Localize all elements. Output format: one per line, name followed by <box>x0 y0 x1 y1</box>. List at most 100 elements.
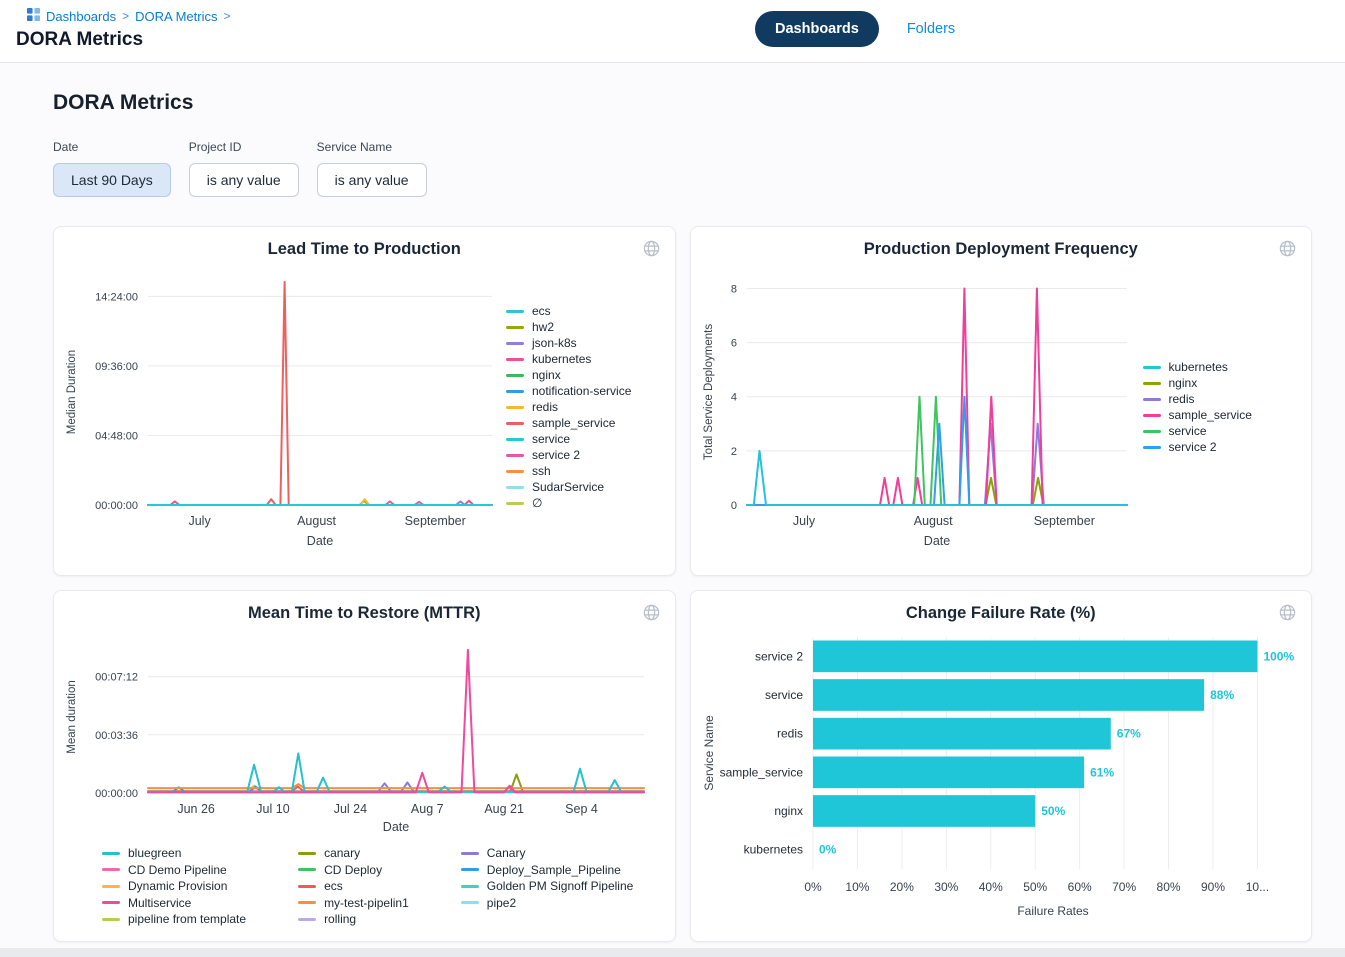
legend-dash <box>102 852 120 855</box>
svg-text:service 2: service 2 <box>754 649 802 663</box>
legend-item-SudarService[interactable]: SudarService <box>506 480 631 494</box>
legend-item-CD Deploy[interactable]: CD Deploy <box>298 863 409 877</box>
tab-dashboards[interactable]: Dashboards <box>755 11 879 47</box>
legend-item-service 2[interactable]: service 2 <box>1143 440 1252 454</box>
svg-text:kubernetes: kubernetes <box>743 843 802 857</box>
legend-item-Multiservice[interactable]: Multiservice <box>102 896 246 910</box>
legend-label: service <box>1169 424 1207 438</box>
legend-label: notification-service <box>532 384 631 398</box>
page-title: DORA Metrics <box>53 92 1345 114</box>
svg-text:July: July <box>188 514 211 528</box>
deployment-frequency-chart: 02468JulyAugustSeptemberDateTotal Servic… <box>699 263 1139 551</box>
legend-label: redis <box>1169 392 1195 406</box>
legend-dash <box>1143 382 1161 385</box>
deployment-frequency-legend: kubernetes nginx redis sample_serviceservic… <box>1143 360 1252 454</box>
project-id-filter-button[interactable]: is any value <box>189 163 299 197</box>
legend-dash <box>506 470 524 473</box>
service-name-filter-button[interactable]: is any value <box>317 163 427 197</box>
page-body: DORA Metrics Date Last 90 Days Project I… <box>0 63 1345 942</box>
svg-text:30%: 30% <box>934 880 958 894</box>
legend-item-kubernetes[interactable]: kubernetes <box>506 352 631 366</box>
legend-item-sample_service[interactable]: sample_service <box>1143 408 1252 422</box>
legend-item-my-test-pipelin1[interactable]: my-test-pipelin1 <box>298 896 409 910</box>
legend-label: ∅ <box>532 496 542 510</box>
globe-icon[interactable] <box>640 237 663 260</box>
legend-dash <box>461 901 479 904</box>
svg-text:Mean duration: Mean duration <box>66 680 78 754</box>
legend-column: bluegreen CD Demo Pipeline Dynamic Provisi… <box>102 846 246 926</box>
legend-item-sample_service[interactable]: sample_service <box>506 416 631 430</box>
legend-item-notification-service[interactable]: notification-service <box>506 384 631 398</box>
legend-dash <box>1143 398 1161 401</box>
legend-item-ecs[interactable]: ecs <box>298 879 409 893</box>
svg-text:Median Duration: Median Duration <box>66 350 78 434</box>
svg-text:8: 8 <box>730 283 736 295</box>
legend-item-∅[interactable]: ∅ <box>506 496 631 510</box>
legend-item-service[interactable]: service <box>506 432 631 446</box>
globe-icon[interactable] <box>640 601 663 624</box>
legend-column: canary CD Deploy ecs my-test-pipelin1 rollin… <box>298 846 409 926</box>
legend-item-canary[interactable]: canary <box>298 846 409 860</box>
globe-icon[interactable] <box>1276 237 1299 260</box>
svg-text:July: July <box>792 514 815 528</box>
legend-item-service[interactable]: service <box>1143 424 1252 438</box>
globe-icon[interactable] <box>1276 601 1299 624</box>
legend-item-pipeline from template[interactable]: pipeline from template <box>102 912 246 926</box>
mttr-legend: bluegreen CD Demo Pipeline Dynamic Provisi… <box>62 842 675 926</box>
legend-dash <box>506 310 524 313</box>
legend-dash <box>506 326 524 329</box>
legend-item-redis[interactable]: redis <box>1143 392 1252 406</box>
legend-dash <box>102 918 120 921</box>
legend-item-CD Demo Pipeline[interactable]: CD Demo Pipeline <box>102 863 246 877</box>
legend-item-kubernetes[interactable]: kubernetes <box>1143 360 1252 374</box>
legend-label: Deploy_Sample_Pipeline <box>487 863 621 877</box>
svg-text:14:24:00: 14:24:00 <box>95 291 138 303</box>
legend-item-Canary[interactable]: Canary <box>461 846 634 860</box>
legend-label: ecs <box>532 304 551 318</box>
filter-date: Date Last 90 Days <box>53 140 171 197</box>
header-title: DORA Metrics <box>0 24 1345 51</box>
svg-text:00:07:12: 00:07:12 <box>95 672 138 684</box>
svg-text:redis: redis <box>776 727 802 741</box>
legend-dash <box>506 390 524 393</box>
top-header: Dashboards > DORA Metrics > DORA Metrics… <box>0 0 1345 63</box>
legend-item-nginx[interactable]: nginx <box>1143 376 1252 390</box>
svg-text:20%: 20% <box>889 880 913 894</box>
svg-text:Date: Date <box>923 534 949 548</box>
svg-text:0%: 0% <box>819 843 837 857</box>
legend-item-ecs[interactable]: ecs <box>506 304 631 318</box>
legend-item-pipe2[interactable]: pipe2 <box>461 896 634 910</box>
svg-text:August: August <box>297 514 336 528</box>
legend-item-service 2[interactable]: service 2 <box>506 448 631 462</box>
legend-dash <box>461 885 479 888</box>
dashboard-page: Dashboards > DORA Metrics > DORA Metrics… <box>0 0 1345 948</box>
legend-dash <box>506 374 524 377</box>
legend-item-nginx[interactable]: nginx <box>506 368 631 382</box>
lead-time-chart: 00:00:0004:48:0009:36:0014:24:00JulyAugu… <box>62 263 502 551</box>
legend-dash <box>1143 446 1161 449</box>
chart-title: Change Failure Rate (%) <box>691 604 1312 623</box>
legend-item-ssh[interactable]: ssh <box>506 464 631 478</box>
legend-item-Dynamic Provision[interactable]: Dynamic Provision <box>102 879 246 893</box>
legend-label: rolling <box>324 912 356 926</box>
legend-label: canary <box>324 846 360 860</box>
svg-text:00:00:00: 00:00:00 <box>95 788 138 800</box>
legend-dash <box>506 406 524 409</box>
svg-text:nginx: nginx <box>774 804 803 818</box>
legend-item-json-k8s[interactable]: json-k8s <box>506 336 631 350</box>
legend-dash <box>102 901 120 904</box>
breadcrumb-link-dashboards[interactable]: Dashboards <box>46 9 116 24</box>
legend-item-bluegreen[interactable]: bluegreen <box>102 846 246 860</box>
tab-folders[interactable]: Folders <box>907 21 955 37</box>
charts-grid: Lead Time to Production 00:00:0004:48:00… <box>53 226 1312 942</box>
svg-text:67%: 67% <box>1116 727 1140 741</box>
legend-item-hw2[interactable]: hw2 <box>506 320 631 334</box>
legend-item-Golden PM Signoff Pipeline[interactable]: Golden PM Signoff Pipeline <box>461 879 634 893</box>
date-filter-button[interactable]: Last 90 Days <box>53 163 171 197</box>
svg-text:10...: 10... <box>1245 880 1268 894</box>
legend-item-rolling[interactable]: rolling <box>298 912 409 926</box>
legend-item-redis[interactable]: redis <box>506 400 631 414</box>
chart-card-mttr: Mean Time to Restore (MTTR) 00:00:0000:0… <box>53 590 676 942</box>
breadcrumb-link-dora-metrics[interactable]: DORA Metrics <box>135 9 217 24</box>
legend-item-Deploy_Sample_Pipeline[interactable]: Deploy_Sample_Pipeline <box>461 863 634 877</box>
